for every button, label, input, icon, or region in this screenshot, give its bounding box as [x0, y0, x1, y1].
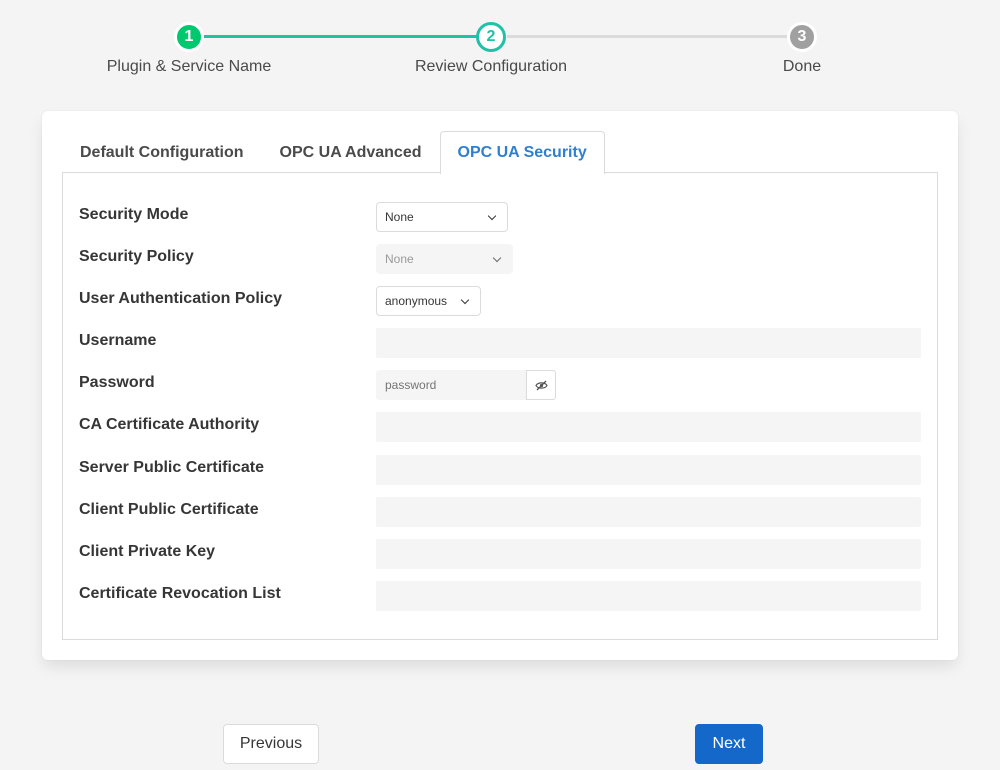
revocation-list-field[interactable]: [376, 581, 921, 611]
server-certificate-label: Server Public Certificate: [79, 459, 264, 476]
step-1-indicator: 1: [174, 22, 204, 52]
chevron-down-icon: [460, 295, 470, 305]
client-private-key-field[interactable]: [376, 539, 921, 569]
password-label: Password: [79, 374, 155, 391]
user-auth-policy-select[interactable]: anonymous: [376, 286, 481, 316]
security-mode-label: Security Mode: [79, 206, 189, 223]
security-mode-select[interactable]: None: [376, 202, 508, 232]
ca-certificate-field[interactable]: [376, 412, 921, 442]
ca-certificate-label: CA Certificate Authority: [79, 416, 260, 433]
security-policy-row: Security Policy None: [63, 244, 939, 274]
client-certificate-row: Client Public Certificate: [63, 497, 939, 527]
user-auth-policy-label: User Authentication Policy: [79, 290, 282, 307]
chevron-down-icon: [492, 253, 502, 263]
revocation-list-row: Certificate Revocation List: [63, 581, 939, 611]
client-private-key-label: Client Private Key: [79, 543, 216, 560]
step-connector-pending: [507, 35, 788, 38]
eye-slash-icon: [534, 380, 548, 390]
tab-opc-ua-security[interactable]: OPC UA Security: [439, 131, 605, 174]
server-certificate-row: Server Public Certificate: [63, 455, 939, 485]
step-3-label: Done: [782, 58, 822, 75]
configuration-card: Default Configuration OPC UA Advanced OP…: [42, 111, 958, 660]
next-button[interactable]: Next: [695, 724, 763, 764]
step-1-label: Plugin & Service Name: [106, 58, 272, 75]
security-mode-value: None: [385, 210, 414, 224]
security-policy-value: None: [385, 252, 414, 266]
username-row: Username: [63, 328, 939, 358]
security-policy-select: None: [376, 244, 513, 274]
user-auth-policy-value: anonymous: [385, 294, 448, 308]
step-2-indicator: 2: [476, 22, 506, 52]
client-certificate-label: Client Public Certificate: [79, 501, 259, 518]
toggle-password-visibility-button[interactable]: [526, 370, 556, 400]
username-field[interactable]: [376, 328, 921, 358]
user-auth-policy-row: User Authentication Policy anonymous: [63, 286, 939, 316]
ca-certificate-row: CA Certificate Authority: [63, 412, 939, 442]
security-policy-label: Security Policy: [79, 248, 194, 265]
revocation-list-label: Certificate Revocation List: [79, 585, 281, 602]
password-field[interactable]: [376, 370, 526, 400]
tab-default-configuration[interactable]: Default Configuration: [62, 131, 262, 173]
chevron-down-icon: [487, 211, 497, 221]
security-mode-row: Security Mode None: [63, 202, 939, 232]
config-tabs: Default Configuration OPC UA Advanced OP…: [62, 131, 605, 174]
security-settings-panel: Security Mode None Security Policy None …: [62, 172, 938, 640]
step-connector-completed: [202, 35, 478, 38]
previous-button[interactable]: Previous: [223, 724, 319, 764]
password-row: Password: [63, 370, 939, 400]
wizard-stepper: 1 2 3 Plugin & Service Name Review Confi…: [0, 0, 1000, 100]
step-2-label: Review Configuration: [414, 58, 568, 75]
tab-opc-ua-advanced[interactable]: OPC UA Advanced: [262, 131, 440, 173]
server-certificate-field[interactable]: [376, 455, 921, 485]
username-label: Username: [79, 332, 157, 349]
client-certificate-field[interactable]: [376, 497, 921, 527]
client-private-key-row: Client Private Key: [63, 539, 939, 569]
step-3-indicator: 3: [787, 22, 817, 52]
